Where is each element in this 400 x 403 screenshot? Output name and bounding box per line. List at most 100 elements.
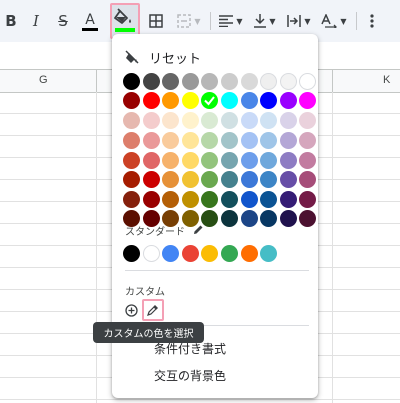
color-swatch[interactable] — [260, 73, 278, 90]
color-swatch[interactable] — [162, 132, 180, 149]
color-swatch[interactable] — [123, 112, 140, 129]
standard-color-swatch[interactable] — [162, 245, 180, 262]
color-swatch[interactable] — [221, 92, 238, 109]
color-swatch[interactable] — [299, 92, 317, 109]
align-horizontal-button[interactable]: ▼ — [216, 7, 246, 35]
color-swatch[interactable] — [181, 152, 199, 169]
color-swatch[interactable] — [181, 191, 199, 208]
color-swatch[interactable] — [142, 112, 160, 129]
color-swatch[interactable] — [162, 191, 180, 208]
color-swatch[interactable] — [240, 171, 258, 188]
color-swatch[interactable] — [162, 92, 180, 109]
color-swatch[interactable] — [162, 152, 180, 169]
color-swatch[interactable] — [279, 171, 297, 188]
standard-color-swatch[interactable] — [260, 245, 278, 262]
color-swatch[interactable] — [181, 112, 199, 129]
standard-color-swatch[interactable] — [240, 245, 258, 262]
color-swatch[interactable] — [123, 191, 140, 208]
color-swatch[interactable] — [123, 152, 140, 169]
color-swatch[interactable] — [142, 191, 160, 208]
text-wrap-button[interactable]: ▼ — [284, 7, 314, 35]
color-swatch[interactable] — [123, 73, 140, 90]
column-header-k[interactable]: K — [383, 74, 390, 86]
color-swatch[interactable] — [201, 73, 219, 90]
color-swatch[interactable] — [240, 210, 258, 227]
italic-button[interactable]: I — [26, 7, 46, 35]
color-swatch[interactable] — [240, 92, 258, 109]
color-swatch[interactable] — [162, 171, 180, 188]
color-swatch[interactable] — [279, 210, 297, 227]
align-vertical-button[interactable]: ▼ — [250, 7, 280, 35]
color-swatch[interactable] — [181, 73, 199, 90]
color-swatch[interactable] — [260, 112, 278, 129]
color-swatch[interactable] — [142, 92, 160, 109]
color-swatch[interactable] — [201, 152, 219, 169]
color-swatch[interactable] — [299, 132, 317, 149]
color-swatch[interactable] — [279, 73, 297, 90]
color-swatch[interactable] — [221, 73, 238, 90]
color-swatch[interactable] — [142, 73, 160, 90]
color-swatch[interactable] — [162, 112, 180, 129]
color-swatch[interactable] — [240, 73, 258, 90]
color-swatch[interactable] — [201, 191, 219, 208]
standard-color-swatch[interactable] — [142, 245, 160, 262]
color-swatch[interactable] — [299, 152, 317, 169]
color-swatch[interactable] — [260, 152, 278, 169]
color-swatch[interactable] — [181, 132, 199, 149]
custom-color-picker-button[interactable] — [142, 299, 164, 321]
color-swatch[interactable] — [279, 152, 297, 169]
color-swatch[interactable] — [240, 191, 258, 208]
color-swatch[interactable] — [221, 210, 238, 227]
color-swatch[interactable] — [201, 171, 219, 188]
color-swatch[interactable] — [299, 73, 317, 90]
color-swatch[interactable] — [221, 152, 238, 169]
standard-color-swatch[interactable] — [221, 245, 238, 262]
alternating-colors-item[interactable]: 交互の背景色 — [154, 367, 226, 384]
color-swatch[interactable] — [279, 191, 297, 208]
color-swatch[interactable] — [123, 171, 140, 188]
color-swatch[interactable] — [260, 171, 278, 188]
color-swatch[interactable] — [201, 112, 219, 129]
color-swatch[interactable] — [142, 171, 160, 188]
more-options-button[interactable] — [364, 7, 380, 35]
color-swatch[interactable] — [299, 210, 317, 227]
color-swatch[interactable] — [142, 132, 160, 149]
color-swatch[interactable] — [279, 132, 297, 149]
strikethrough-button[interactable]: S — [53, 7, 73, 35]
bold-button[interactable]: B — [2, 7, 20, 35]
reset-button[interactable]: リセット — [125, 47, 201, 67]
column-header-g[interactable]: G — [39, 74, 48, 86]
color-swatch[interactable] — [260, 191, 278, 208]
color-swatch[interactable] — [221, 132, 238, 149]
color-swatch[interactable] — [221, 112, 238, 129]
text-rotation-button[interactable]: ▼ — [318, 7, 350, 35]
color-swatch[interactable] — [221, 171, 238, 188]
color-swatch[interactable] — [240, 152, 258, 169]
add-custom-color-icon[interactable] — [125, 304, 138, 317]
color-swatch[interactable] — [260, 132, 278, 149]
color-swatch[interactable] — [279, 112, 297, 129]
merge-cells-button[interactable]: ▼ — [172, 7, 206, 35]
standard-color-swatch[interactable] — [181, 245, 199, 262]
color-swatch[interactable] — [240, 132, 258, 149]
color-swatch[interactable] — [260, 210, 278, 227]
color-swatch[interactable] — [201, 132, 219, 149]
edit-pencil-icon[interactable] — [193, 224, 204, 235]
color-swatch[interactable] — [279, 92, 297, 109]
color-swatch[interactable] — [299, 171, 317, 188]
color-swatch[interactable] — [162, 73, 180, 90]
color-swatch-selected[interactable] — [201, 92, 219, 109]
color-swatch[interactable] — [260, 92, 278, 109]
standard-color-swatch[interactable] — [201, 245, 219, 262]
color-swatch[interactable] — [240, 112, 258, 129]
borders-button[interactable] — [146, 7, 166, 35]
color-swatch[interactable] — [123, 92, 140, 109]
color-swatch[interactable] — [123, 132, 140, 149]
text-color-button[interactable]: A — [80, 7, 100, 35]
color-swatch[interactable] — [181, 92, 199, 109]
color-swatch[interactable] — [299, 191, 317, 208]
color-swatch[interactable] — [221, 191, 238, 208]
standard-color-swatch[interactable] — [123, 245, 140, 262]
color-swatch[interactable] — [142, 152, 160, 169]
color-swatch[interactable] — [299, 112, 317, 129]
